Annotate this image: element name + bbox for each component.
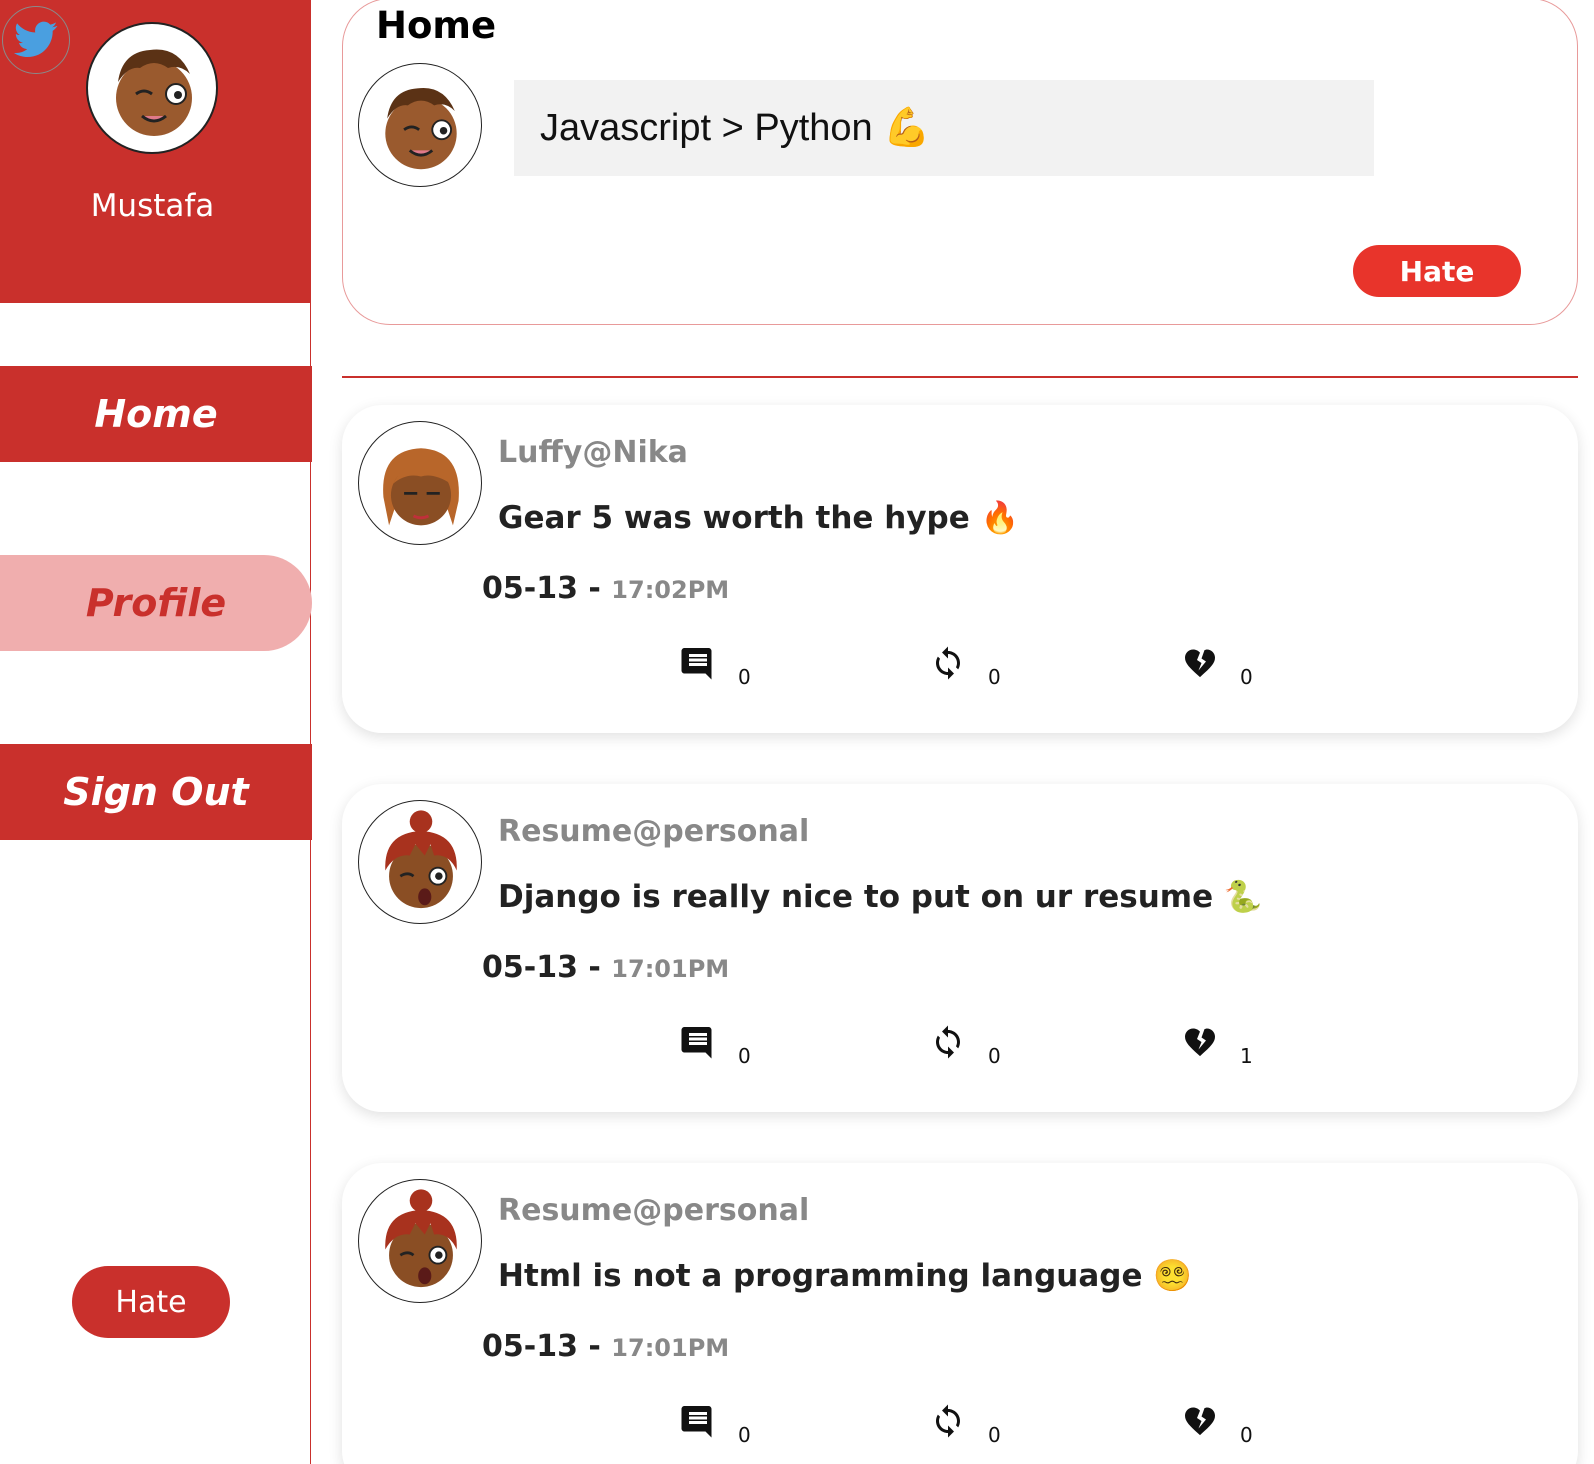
hate-count: 0	[1240, 665, 1253, 689]
sidebar-hate-button[interactable]: Hate	[72, 1266, 230, 1338]
retweet-count: 0	[988, 665, 1001, 689]
hate-button[interactable]: 1	[1182, 1024, 1253, 1068]
compose-input[interactable]: Javascript > Python 💪	[514, 80, 1374, 176]
retweet-icon	[936, 646, 960, 680]
tweet-date: 05-13 -	[482, 950, 612, 985]
hate-button[interactable]: 0	[1182, 645, 1253, 689]
tweet-text: Gear 5 was worth the hype 🔥	[498, 500, 1020, 536]
tweet-card: Luffy@Nika Gear 5 was worth the hype 🔥 0…	[342, 405, 1578, 733]
retweet-count: 0	[988, 1423, 1001, 1447]
tweet-avatar[interactable]	[358, 1179, 482, 1303]
comment-count: 0	[738, 665, 751, 689]
sidebar: Mustafa Home Profile Sign Out Hate	[0, 0, 312, 1464]
tweet-timestamp: 05-13 - 17:01PM	[482, 950, 729, 985]
retweet-icon	[936, 1404, 960, 1438]
avatar[interactable]	[86, 22, 218, 154]
compose-hate-button[interactable]: Hate	[1353, 245, 1521, 297]
retweet-button[interactable]: 0	[930, 645, 1001, 689]
tweet-time: 17:01PM	[611, 1334, 730, 1362]
comment-icon	[681, 1406, 712, 1438]
tweet-avatar[interactable]	[358, 421, 482, 545]
tweet-text: Html is not a programming language 😵‍💫	[498, 1258, 1192, 1294]
comment-count: 0	[738, 1044, 751, 1068]
twitter-bird-icon[interactable]	[2, 6, 70, 74]
tweet-text: Django is really nice to put on ur resum…	[498, 879, 1263, 915]
retweet-button[interactable]: 0	[930, 1024, 1001, 1068]
broken-heart-icon	[1185, 1028, 1215, 1057]
nav-sign-out[interactable]: Sign Out	[0, 744, 312, 840]
hate-count: 1	[1240, 1044, 1253, 1068]
tweet-timestamp: 05-13 - 17:01PM	[482, 1329, 729, 1364]
retweet-count: 0	[988, 1044, 1001, 1068]
retweet-icon	[936, 1025, 960, 1059]
profile-card: Mustafa	[0, 0, 311, 303]
comment-button[interactable]: 0	[680, 1403, 751, 1447]
tweet-date: 05-13 -	[482, 571, 612, 606]
tweet-avatar[interactable]	[358, 800, 482, 924]
tweet-username[interactable]: Luffy@Nika	[498, 435, 688, 470]
tweet-card: Resume@personal Html is not a programmin…	[342, 1163, 1578, 1464]
retweet-button[interactable]: 0	[930, 1403, 1001, 1447]
tweet-card: Resume@personal Django is really nice to…	[342, 784, 1578, 1112]
tweet-date: 05-13 -	[482, 1329, 612, 1364]
tweet-username[interactable]: Resume@personal	[498, 1193, 809, 1228]
profile-name: Mustafa	[90, 188, 215, 224]
comment-button[interactable]: 0	[680, 1024, 751, 1068]
hate-count: 0	[1240, 1423, 1253, 1447]
nav-home[interactable]: Home	[0, 366, 312, 462]
tweet-username[interactable]: Resume@personal	[498, 814, 809, 849]
nav-profile[interactable]: Profile	[0, 555, 312, 651]
page-title: Home	[376, 4, 497, 47]
divider	[342, 376, 1578, 378]
comment-button[interactable]: 0	[680, 645, 751, 689]
compose-avatar	[358, 63, 482, 187]
comment-icon	[681, 648, 712, 680]
tweet-time: 17:01PM	[611, 955, 730, 983]
hate-button[interactable]: 0	[1182, 1403, 1253, 1447]
tweet-timestamp: 05-13 - 17:02PM	[482, 571, 729, 606]
broken-heart-icon	[1185, 649, 1215, 678]
comment-count: 0	[738, 1423, 751, 1447]
broken-heart-icon	[1185, 1407, 1215, 1436]
tweet-time: 17:02PM	[611, 576, 730, 604]
comment-icon	[681, 1027, 712, 1059]
